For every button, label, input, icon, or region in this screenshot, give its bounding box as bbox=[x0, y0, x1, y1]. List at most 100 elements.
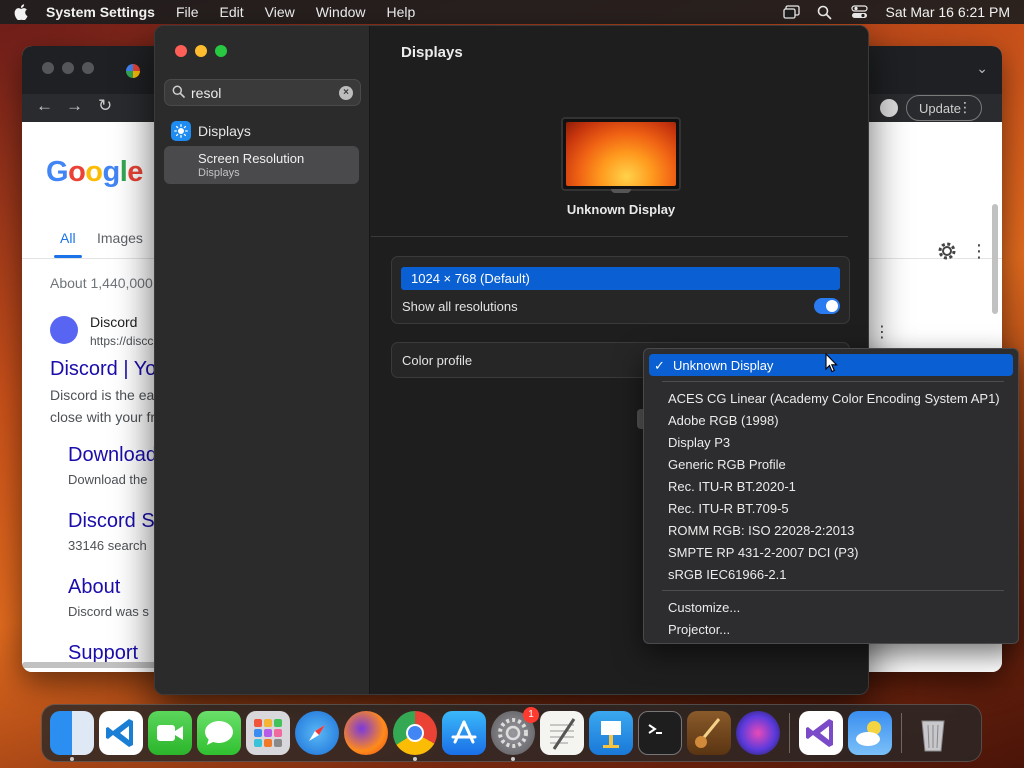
back-arrow-icon[interactable]: ← bbox=[36, 96, 53, 116]
menu-bar: System Settings File Edit View Window He… bbox=[0, 0, 1024, 24]
control-center-icon[interactable] bbox=[851, 5, 869, 19]
trash-icon[interactable] bbox=[911, 711, 955, 755]
gear-icon[interactable] bbox=[936, 240, 958, 262]
minimize-button[interactable] bbox=[195, 45, 207, 57]
kebab-menu-icon[interactable]: ⋮ bbox=[970, 242, 988, 260]
menu-app-name[interactable]: System Settings bbox=[46, 4, 155, 20]
instruments-icon[interactable] bbox=[687, 711, 731, 755]
sublink-about-desc: Discord was s bbox=[68, 604, 149, 619]
chevron-down-icon[interactable]: ⌄ bbox=[976, 60, 988, 77]
close-button[interactable] bbox=[175, 45, 187, 57]
menu-separator bbox=[662, 381, 1004, 382]
chrome-window-controls bbox=[42, 62, 94, 74]
show-all-resolutions-toggle[interactable] bbox=[814, 298, 840, 314]
vertical-scrollbar[interactable] bbox=[992, 204, 998, 314]
sublink-discord-s[interactable]: Discord S bbox=[68, 510, 155, 533]
system-settings-icon[interactable]: 1 bbox=[491, 707, 539, 761]
menu-edit[interactable]: Edit bbox=[220, 4, 244, 20]
display-stand bbox=[611, 189, 631, 193]
safari-icon[interactable] bbox=[295, 711, 339, 755]
update-button[interactable]: Update ⋮ bbox=[906, 95, 982, 121]
settings-sidebar: × Displays Screen Resolution Displays bbox=[155, 26, 370, 694]
finder-icon[interactable] bbox=[50, 711, 94, 761]
discord-favicon-icon bbox=[50, 316, 78, 344]
menu-window[interactable]: Window bbox=[316, 4, 366, 20]
google-logo[interactable]: Google bbox=[46, 156, 143, 189]
menu-item-profile[interactable]: Rec. ITU-R BT.709-5 bbox=[644, 497, 1018, 519]
menu-item-profile[interactable]: SMPTE RP 431-2-2007 DCI (P3) bbox=[644, 541, 1018, 563]
apple-menu-icon[interactable] bbox=[14, 4, 28, 21]
page-title: Displays bbox=[401, 44, 463, 61]
sidebar-item-subtitle: Displays bbox=[198, 167, 240, 179]
menu-item-projector[interactable]: Projector... bbox=[644, 618, 1018, 640]
menu-item-profile[interactable]: ROMM RGB: ISO 22028-2:2013 bbox=[644, 519, 1018, 541]
vscode-icon[interactable] bbox=[99, 711, 143, 755]
menu-item-profile[interactable]: ACES CG Linear (Academy Color Encoding S… bbox=[644, 387, 1018, 409]
sidebar-item-displays[interactable]: Displays bbox=[171, 121, 251, 141]
menu-item-profile[interactable]: Generic RGB Profile bbox=[644, 453, 1018, 475]
horizontal-scrollbar[interactable] bbox=[22, 662, 172, 668]
result-options-icon[interactable]: ⋮ bbox=[874, 322, 890, 342]
show-all-resolutions-label: Show all resolutions bbox=[402, 299, 518, 314]
display-name: Unknown Display bbox=[566, 202, 676, 217]
color-profile-label: Color profile bbox=[402, 353, 473, 368]
forward-arrow-icon[interactable]: → bbox=[66, 96, 83, 116]
profile-icon[interactable] bbox=[880, 99, 898, 117]
menu-separator bbox=[662, 590, 1004, 591]
tab-all[interactable]: All bbox=[54, 230, 81, 258]
sublink-download[interactable]: Download bbox=[68, 444, 157, 467]
sidebar-item-title: Screen Resolution bbox=[198, 151, 305, 166]
menu-item-profile[interactable]: sRGB IEC61966-2.1 bbox=[644, 563, 1018, 585]
result-stats: About 1,440,000 bbox=[50, 275, 153, 291]
zoom-button[interactable] bbox=[215, 45, 227, 57]
screen-mirroring-icon[interactable] bbox=[783, 5, 801, 19]
chrome-icon[interactable] bbox=[393, 711, 437, 761]
siri-icon[interactable] bbox=[736, 711, 780, 755]
checkmark-icon: ✓ bbox=[654, 358, 665, 373]
result-site-url[interactable]: https://discc bbox=[90, 334, 153, 348]
display-thumbnail[interactable] bbox=[561, 117, 681, 191]
menu-clock[interactable]: Sat Mar 16 6:21 PM bbox=[885, 4, 1010, 20]
result-snippet-line1: Discord is the ea bbox=[50, 387, 155, 403]
result-title-link[interactable]: Discord | Yo bbox=[50, 358, 156, 381]
menu-help[interactable]: Help bbox=[387, 4, 416, 20]
dock-separator bbox=[901, 713, 902, 753]
search-input[interactable] bbox=[191, 84, 331, 101]
result-snippet-line2: close with your fr bbox=[50, 409, 156, 425]
menu-view[interactable]: View bbox=[265, 4, 295, 20]
update-label: Update bbox=[919, 100, 961, 116]
menu-item-customize[interactable]: Customize... bbox=[644, 596, 1018, 618]
resolution-option-selected[interactable]: 1024 × 768 (Default) bbox=[401, 267, 840, 290]
color-profile-menu: ✓ Unknown Display ACES CG Linear (Academ… bbox=[643, 348, 1019, 644]
textedit-icon[interactable] bbox=[540, 711, 584, 755]
divider bbox=[371, 236, 848, 237]
mouse-pointer-icon bbox=[825, 352, 839, 373]
search-field[interactable]: × bbox=[164, 79, 361, 106]
facetime-icon[interactable] bbox=[148, 711, 192, 755]
result-site-name[interactable]: Discord bbox=[90, 314, 137, 330]
menu-item-profile[interactable]: Rec. ITU-R BT.2020-1 bbox=[644, 475, 1018, 497]
search-icon bbox=[172, 85, 185, 101]
kebab-menu-icon[interactable]: ⋮ bbox=[958, 99, 972, 116]
tab-images[interactable]: Images bbox=[97, 230, 143, 246]
messages-icon[interactable] bbox=[197, 711, 241, 755]
reload-icon[interactable]: ↻ bbox=[98, 96, 112, 116]
menu-file[interactable]: File bbox=[176, 4, 199, 20]
menu-item-profile[interactable]: Adobe RGB (1998) bbox=[644, 409, 1018, 431]
visual-studio-icon[interactable] bbox=[799, 711, 843, 755]
firefox-icon[interactable] bbox=[344, 711, 388, 755]
dock-separator bbox=[789, 713, 790, 753]
spotlight-search-icon[interactable] bbox=[817, 5, 833, 20]
clear-search-icon[interactable]: × bbox=[339, 86, 353, 100]
sidebar-item-label: Displays bbox=[198, 123, 251, 139]
terminal-icon[interactable] bbox=[638, 711, 682, 755]
weather-icon[interactable] bbox=[848, 711, 892, 755]
app-store-icon[interactable] bbox=[442, 711, 486, 755]
sublink-about[interactable]: About bbox=[68, 576, 120, 599]
keynote-icon[interactable] bbox=[589, 711, 633, 755]
launchpad-icon[interactable] bbox=[246, 711, 290, 755]
menu-item-profile[interactable]: Display P3 bbox=[644, 431, 1018, 453]
google-favicon-icon[interactable] bbox=[126, 64, 140, 78]
notification-badge: 1 bbox=[523, 707, 539, 723]
sidebar-item-screen-resolution[interactable]: Screen Resolution Displays bbox=[164, 146, 359, 184]
